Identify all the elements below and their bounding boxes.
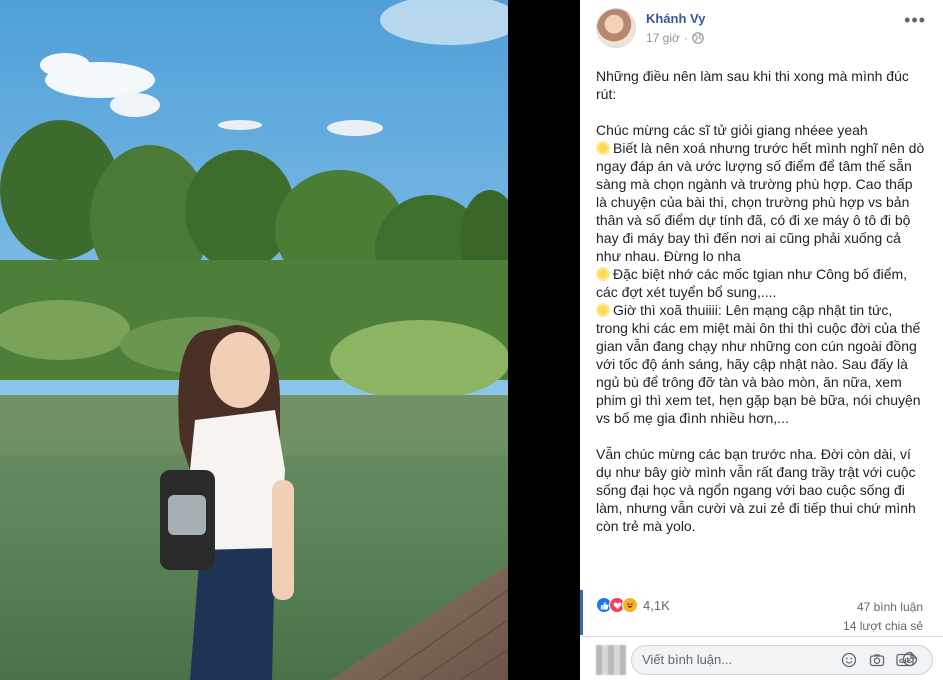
dot-separator: · (683, 31, 688, 45)
post-point-3: Giờ thì xoã thuiiii: Lên mạng cập nhật t… (596, 301, 926, 427)
sun-emoji-icon (596, 141, 610, 155)
camera-icon[interactable] (868, 651, 886, 669)
post-point-2-text: Đặc biệt nhớ các mốc tgian như Công bố đ… (596, 266, 908, 300)
comment-input[interactable] (642, 652, 802, 667)
globe-icon[interactable] (692, 32, 704, 44)
reaction-count: 4,1K (643, 597, 670, 613)
post-time[interactable]: 17 giờ (646, 31, 680, 45)
lightbox-background (508, 0, 580, 680)
sticker-icon[interactable] (901, 650, 919, 668)
more-options-icon[interactable]: ••• (904, 10, 926, 31)
photo-image (0, 0, 508, 680)
post-point-2: Đặc biệt nhớ các mốc tgian như Công bố đ… (596, 265, 926, 301)
post-intro: Những điều nên làm sau khi thi xong mà m… (596, 68, 909, 102)
comment-composer: GIF (580, 636, 943, 680)
author-avatar[interactable] (596, 8, 636, 48)
post-body: Những điều nên làm sau khi thi xong mà m… (596, 67, 926, 535)
post-point-3-text: Giờ thì xoã thuiiii: Lên mạng cập nhật t… (596, 302, 921, 426)
comments-count[interactable]: 47 bình luận (857, 600, 923, 614)
post-point-1: Biết là nên xoá nhưng trước hết mình ngh… (596, 139, 926, 265)
post-point-1-text: Biết là nên xoá nhưng trước hết mình ngh… (596, 140, 925, 264)
post-photo[interactable] (0, 0, 508, 680)
smiley-icon[interactable] (840, 651, 858, 669)
author-name[interactable]: Khánh Vy (646, 11, 705, 26)
viewer-avatar (596, 645, 626, 675)
post-congrats: Chúc mừng các sĩ tử giỏi giang nhéee yea… (596, 122, 868, 138)
post-closing: Vẫn chúc mừng các bạn trước nha. Đời còn… (596, 446, 916, 534)
sun-emoji-icon (596, 303, 610, 317)
post-meta: 17 giờ · (646, 31, 704, 45)
comment-box[interactable]: GIF (631, 645, 933, 675)
post-stats: 4,1K 47 bình luận 14 lượt chia sẻ (580, 590, 943, 635)
haha-icon (622, 597, 638, 613)
post-header: Khánh Vy 17 giờ · ••• (596, 8, 926, 48)
post-panel: Khánh Vy 17 giờ · ••• Những điều nên làm… (580, 0, 943, 680)
reactions-summary[interactable]: 4,1K (596, 597, 670, 613)
stats-accent-bar (580, 590, 583, 635)
shares-count[interactable]: 14 lượt chia sẻ (843, 619, 923, 633)
sun-emoji-icon (596, 267, 610, 281)
